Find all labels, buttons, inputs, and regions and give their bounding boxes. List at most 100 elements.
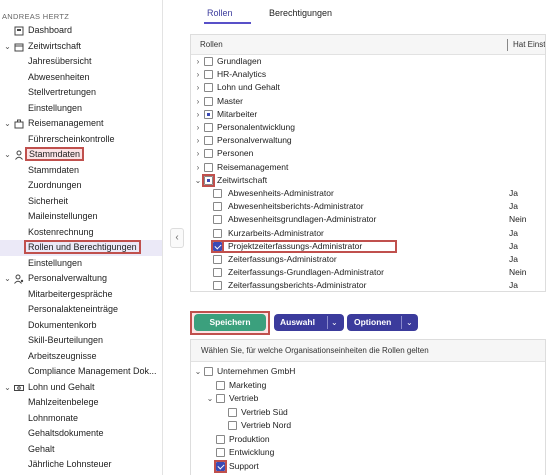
role-checkbox[interactable] <box>213 189 222 198</box>
chevron-right-icon[interactable]: › <box>194 161 202 174</box>
sidebar-item-einstellungen-zw[interactable]: Einstellungen <box>0 101 162 117</box>
org-unit-row[interactable]: ⌄ Vertrieb <box>191 392 545 405</box>
sidebar-collapse-button[interactable]: ‹ <box>170 228 184 248</box>
sidebar-item-lohn-gehalt[interactable]: ⌄ Lohn und Gehalt <box>0 380 162 396</box>
role-row[interactable]: Abwesenheits-Administrator Ja <box>191 187 545 200</box>
sidebar-item-gehalt[interactable]: Gehalt <box>0 442 162 458</box>
role-row[interactable]: Projektzeiterfassungs-Administrator Ja <box>191 239 545 253</box>
role-group-row[interactable]: › Personen <box>191 147 545 160</box>
role-group-row[interactable]: › Master <box>191 95 545 108</box>
column-header-hat-einstellung[interactable]: Hat Einst <box>513 40 545 49</box>
sidebar-item-fuehrerscheinkontrolle[interactable]: Führerscheinkontrolle <box>0 132 162 148</box>
sidebar-item-compliance[interactable]: Compliance Management Dok... <box>0 364 162 380</box>
role-group-checkbox[interactable] <box>204 109 213 119</box>
role-checkbox[interactable] <box>213 268 222 278</box>
sidebar-item-sicherheit[interactable]: Sicherheit <box>0 194 162 210</box>
sidebar-item-dokumentenkorb[interactable]: Dokumentenkorb <box>0 318 162 334</box>
sidebar-item-jahresuebersicht[interactable]: Jahresübersicht <box>0 54 162 70</box>
chevron-down-icon[interactable]: ⌄ <box>3 271 12 287</box>
org-unit-row[interactable]: Vertrieb Nord <box>191 419 545 432</box>
role-group-row[interactable]: › HR-Analytics <box>191 68 545 81</box>
sidebar-item-gehaltsdokumente[interactable]: Gehaltsdokumente <box>0 426 162 442</box>
role-group-checkbox[interactable] <box>204 149 213 159</box>
chevron-down-icon[interactable]: ⌄ <box>3 39 12 55</box>
role-group-checkbox[interactable] <box>204 175 213 185</box>
org-unit-checkbox[interactable] <box>216 448 225 457</box>
tab-rollen[interactable]: Rollen <box>207 8 233 18</box>
sidebar-item-reisemanagement[interactable]: ⌄ Reisemanagement <box>0 116 162 132</box>
role-row[interactable]: Zeiterfassungs-Grundlagen-Administrator N… <box>191 266 545 279</box>
chevron-down-icon[interactable]: ⌄ <box>3 380 12 396</box>
chevron-right-icon[interactable]: › <box>194 147 202 160</box>
role-row[interactable]: Abwesenheitsberichts-Administrator Ja <box>191 200 545 213</box>
chevron-down-icon[interactable]: ⌄ <box>3 147 12 163</box>
role-group-checkbox[interactable] <box>204 123 213 132</box>
role-row[interactable]: Kurzarbeits-Administrator Ja <box>191 227 545 240</box>
org-unit-row[interactable]: Support <box>191 459 545 473</box>
sidebar-item-lohnmonate[interactable]: Lohnmonate <box>0 411 162 427</box>
org-unit-checkbox[interactable] <box>228 407 237 417</box>
sidebar-item-abwesenheiten[interactable]: Abwesenheiten <box>0 70 162 86</box>
sidebar-item-rollen-berechtigungen[interactable]: Rollen und Berechtigungen <box>0 240 162 256</box>
sidebar-item-einstellungen-sd[interactable]: Einstellungen <box>0 256 162 272</box>
role-row[interactable]: Abwesenheitsgrundlagen-Administrator Nein <box>191 213 545 226</box>
sidebar-item-mitarbeitergespraeche[interactable]: Mitarbeitergespräche <box>0 287 162 303</box>
role-checkbox[interactable] <box>213 281 222 291</box>
role-group-row[interactable]: ⌄ Zeitwirtschaft <box>191 173 545 187</box>
chevron-down-icon[interactable]: ⌄ <box>3 116 12 132</box>
save-button[interactable]: Speichern <box>194 314 266 331</box>
role-group-row[interactable]: › Personalentwicklung <box>191 121 545 134</box>
org-unit-row[interactable]: Entwicklung <box>191 446 545 459</box>
role-group-row[interactable]: › Grundlagen <box>191 55 545 68</box>
sidebar-item-mahlzeitenbelege[interactable]: Mahlzeitenbelege <box>0 395 162 411</box>
role-group-checkbox[interactable] <box>204 136 213 146</box>
org-unit-row[interactable]: Vertrieb Süd <box>191 406 545 419</box>
sidebar-item-arbeitszeugnisse[interactable]: Arbeitszeugnisse <box>0 349 162 365</box>
org-unit-row[interactable]: ⌄ Unternehmen GmbH <box>191 365 545 378</box>
org-unit-checkbox[interactable] <box>216 394 225 403</box>
role-group-row[interactable]: › Personalverwaltung <box>191 134 545 147</box>
chevron-right-icon[interactable]: › <box>194 121 202 134</box>
org-unit-row[interactable]: Marketing <box>191 379 545 392</box>
sidebar-item-zuordnungen[interactable]: Zuordnungen <box>0 178 162 194</box>
chevron-right-icon[interactable]: › <box>194 68 202 81</box>
role-group-checkbox[interactable] <box>204 162 213 172</box>
column-header-rollen[interactable]: Rollen <box>200 40 223 49</box>
org-unit-checkbox[interactable] <box>228 421 237 430</box>
role-row[interactable]: Zeiterfassungsberichts-Administrator Ja <box>191 279 545 291</box>
role-group-checkbox[interactable] <box>204 96 213 106</box>
role-group-row[interactable]: › Mitarbeiter <box>191 108 545 121</box>
role-checkbox[interactable] <box>213 255 222 264</box>
role-group-checkbox[interactable] <box>204 70 213 80</box>
sidebar-item-dashboard[interactable]: Dashboard <box>0 23 162 39</box>
chevron-down-icon[interactable]: ⌄ <box>194 365 202 378</box>
org-unit-checkbox[interactable] <box>204 367 213 376</box>
org-unit-checkbox[interactable] <box>216 434 225 444</box>
chevron-right-icon[interactable]: › <box>194 108 202 121</box>
sidebar-item-personalakteneintraege[interactable]: Personalakteneinträge <box>0 302 162 318</box>
chevron-right-icon[interactable]: › <box>194 81 202 94</box>
chevron-right-icon[interactable]: › <box>194 134 202 147</box>
sidebar-item-stammdaten-sub[interactable]: Stammdaten <box>0 163 162 179</box>
role-checkbox[interactable] <box>213 228 222 238</box>
sidebar-item-kostenrechnung[interactable]: Kostenrechnung <box>0 225 162 241</box>
chevron-down-icon[interactable]: ⌄ <box>206 392 214 405</box>
sidebar-item-stellvertretungen[interactable]: Stellvertretungen <box>0 85 162 101</box>
sidebar-item-jaehrliche-lohnsteuer[interactable]: Jährliche Lohnsteuer <box>0 457 162 473</box>
role-checkbox[interactable] <box>213 241 222 251</box>
chevron-down-icon[interactable]: ⌄ <box>194 174 202 187</box>
role-group-checkbox[interactable] <box>204 83 213 93</box>
org-unit-row[interactable]: Produktion <box>191 433 545 446</box>
selection-dropdown-button[interactable]: Auswahl ⌄ <box>274 314 344 331</box>
role-checkbox[interactable] <box>213 215 222 225</box>
role-checkbox[interactable] <box>213 202 222 212</box>
chevron-right-icon[interactable]: › <box>194 95 202 108</box>
role-group-checkbox[interactable] <box>204 57 213 66</box>
org-unit-checkbox[interactable] <box>216 461 225 471</box>
column-resize-handle[interactable] <box>507 39 508 51</box>
role-group-row[interactable]: › Reisemanagement <box>191 161 545 174</box>
sidebar-item-stammdaten[interactable]: ⌄ Stammdaten <box>0 147 162 163</box>
role-row[interactable]: Zeiterfassungs-Administrator Ja <box>191 253 545 266</box>
chevron-right-icon[interactable]: › <box>194 55 202 68</box>
sidebar-item-zeitwirtschaft[interactable]: ⌄ Zeitwirtschaft <box>0 39 162 55</box>
